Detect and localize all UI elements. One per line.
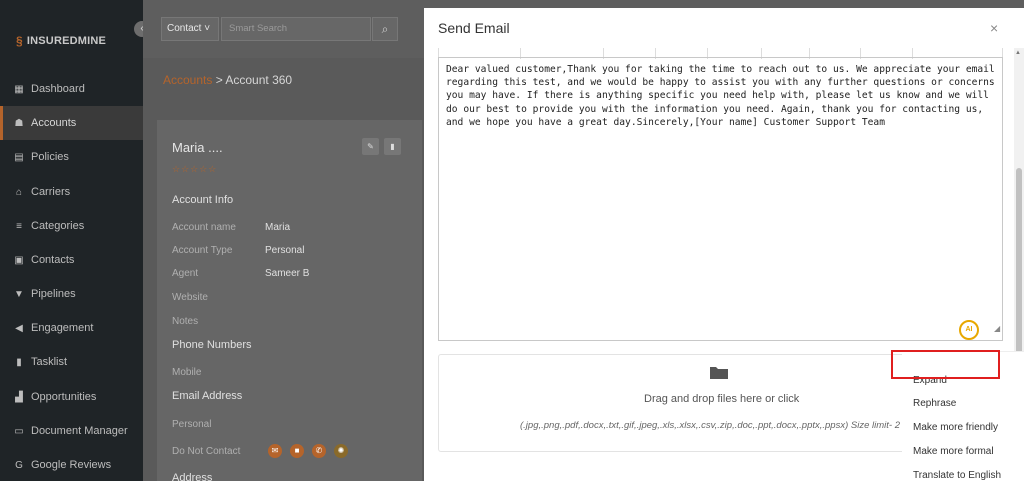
edit-icon[interactable]: ✎: [362, 138, 379, 155]
field-label: Do Not Contact: [172, 446, 241, 457]
sidebar-item-label: Policies: [31, 151, 69, 163]
address-heading: Address: [172, 472, 213, 481]
dnc-other-icon[interactable]: ✺: [334, 444, 348, 458]
breadcrumb-accounts-link[interactable]: Accounts: [163, 73, 212, 87]
sidebar-item-opportunities[interactable]: ▟ Opportunities: [0, 380, 143, 414]
rating-stars[interactable]: ☆☆☆☆☆: [172, 164, 217, 175]
breadcrumb-current: Account 360: [225, 73, 293, 87]
field-label: Account Type: [172, 245, 233, 256]
menu-item-translate[interactable]: Translate to English: [913, 470, 1001, 481]
sidebar-item-categories[interactable]: ≡ Categories: [0, 209, 143, 243]
sidebar-item-label: Document Manager: [31, 425, 128, 437]
ai-assist-icon[interactable]: AI: [959, 320, 979, 340]
sidebar-item-document-manager[interactable]: ▭ Document Manager: [0, 414, 143, 448]
sidebar-item-label: Accounts: [31, 117, 77, 129]
sidebar-item-pipelines[interactable]: ▼ Pipelines: [0, 277, 143, 311]
field-label: Mobile: [172, 367, 202, 378]
pipelines-icon: ▼: [14, 288, 24, 300]
menu-item-rephrase[interactable]: Rephrase: [913, 398, 956, 409]
sidebar-item-label: Categories: [31, 220, 85, 232]
field-label: Personal: [172, 419, 212, 430]
sidebar-item-accounts[interactable]: ☗ Accounts: [0, 106, 143, 140]
sidebar-item-contacts[interactable]: ▣ Contacts: [0, 243, 143, 277]
sidebar-item-label: Tasklist: [31, 356, 68, 368]
send-email-modal: Send Email × ▲ Dear valued customer,Than…: [424, 8, 1024, 481]
email-heading: Email Address: [172, 390, 243, 402]
opportunities-icon: ▟: [15, 391, 23, 403]
menu-item-friendly[interactable]: Make more friendly: [913, 422, 998, 433]
menu-item-formal[interactable]: Make more formal: [913, 446, 994, 457]
dropzone-formats: (.jpg,.png,.pdf,.docx,.txt,.gif,.jpeg,.x…: [520, 420, 900, 431]
carriers-icon: ⌂: [15, 186, 23, 198]
resize-handle-icon[interactable]: ◢: [994, 324, 1000, 333]
modal-header: Send Email ×: [424, 8, 1024, 48]
logo-text: INSUREDMINE: [26, 35, 107, 47]
sidebar-item-label: Dashboard: [31, 83, 85, 95]
field-value: Personal: [265, 245, 305, 256]
sidebar-item-carriers[interactable]: ⌂ Carriers: [0, 175, 143, 209]
modal-title: Send Email: [438, 20, 510, 36]
delete-icon[interactable]: ▮: [384, 138, 401, 155]
sidebar-item-label: Google Reviews: [31, 459, 112, 471]
tasklist-icon: ▮: [16, 356, 22, 368]
search-scope-label: Contact: [167, 23, 202, 34]
dropzone-instruction: Drag and drop files here or click: [644, 393, 800, 405]
contacts-icon: ▣: [14, 254, 24, 266]
policies-icon: ▤: [14, 151, 24, 163]
search-scope-select[interactable]: Contact ˅: [161, 17, 219, 41]
account-name: Maria ....: [172, 140, 223, 155]
breadcrumb: Accounts > Account 360: [163, 73, 292, 87]
sidebar-item-label: Pipelines: [31, 288, 76, 300]
logo-mark-icon: §: [16, 34, 23, 48]
accounts-icon: ☗: [14, 117, 24, 129]
field-label: Account name: [172, 222, 236, 233]
field-label: Agent: [172, 268, 199, 279]
sidebar-item-label: Carriers: [31, 186, 71, 198]
brand-logo[interactable]: § INSUREDMINE: [16, 34, 106, 48]
sidebar-item-policies[interactable]: ▤ Policies: [0, 140, 143, 174]
sidebar-item-label: Opportunities: [31, 391, 97, 403]
sidebar-item-dashboard[interactable]: ▦ Dashboard: [0, 72, 143, 106]
sidebar-item-label: Contacts: [31, 254, 75, 266]
field-value: Sameer B: [265, 268, 310, 279]
smart-search-input[interactable]: Smart Search: [221, 17, 371, 41]
engagement-icon: ◀: [15, 322, 23, 334]
folder-icon: [710, 367, 728, 379]
chevron-down-icon: ˅: [204, 23, 211, 34]
sidebar-item-engagement[interactable]: ◀ Engagement: [0, 311, 143, 345]
phone-heading: Phone Numbers: [172, 339, 252, 351]
categories-icon: ≡: [16, 220, 22, 232]
folder-icon: ▭: [14, 425, 24, 437]
email-body-editor[interactable]: Dear valued customer,Thank you for takin…: [438, 57, 1003, 341]
account-info-heading: Account Info: [172, 194, 234, 206]
close-icon[interactable]: ×: [990, 20, 998, 36]
dashboard-icon: ▦: [14, 83, 24, 95]
google-icon: G: [15, 459, 23, 471]
field-label: Notes: [172, 316, 199, 327]
expand-highlight-box: [891, 350, 1000, 379]
sidebar-item-google-reviews[interactable]: G Google Reviews: [0, 448, 143, 481]
dnc-sms-icon[interactable]: ■: [290, 444, 304, 458]
field-label: Website: [172, 292, 208, 303]
search-icon[interactable]: ⌕: [372, 17, 398, 41]
breadcrumb-separator: >: [212, 73, 226, 87]
sidebar-item-label: Engagement: [31, 322, 94, 334]
dnc-email-icon[interactable]: ✉: [268, 444, 282, 458]
field-value: Maria: [265, 222, 291, 233]
dnc-phone-icon[interactable]: ✆: [312, 444, 326, 458]
sidebar-item-tasklist[interactable]: ▮ Tasklist: [0, 345, 143, 379]
scroll-up-icon[interactable]: ▲: [1015, 50, 1021, 56]
